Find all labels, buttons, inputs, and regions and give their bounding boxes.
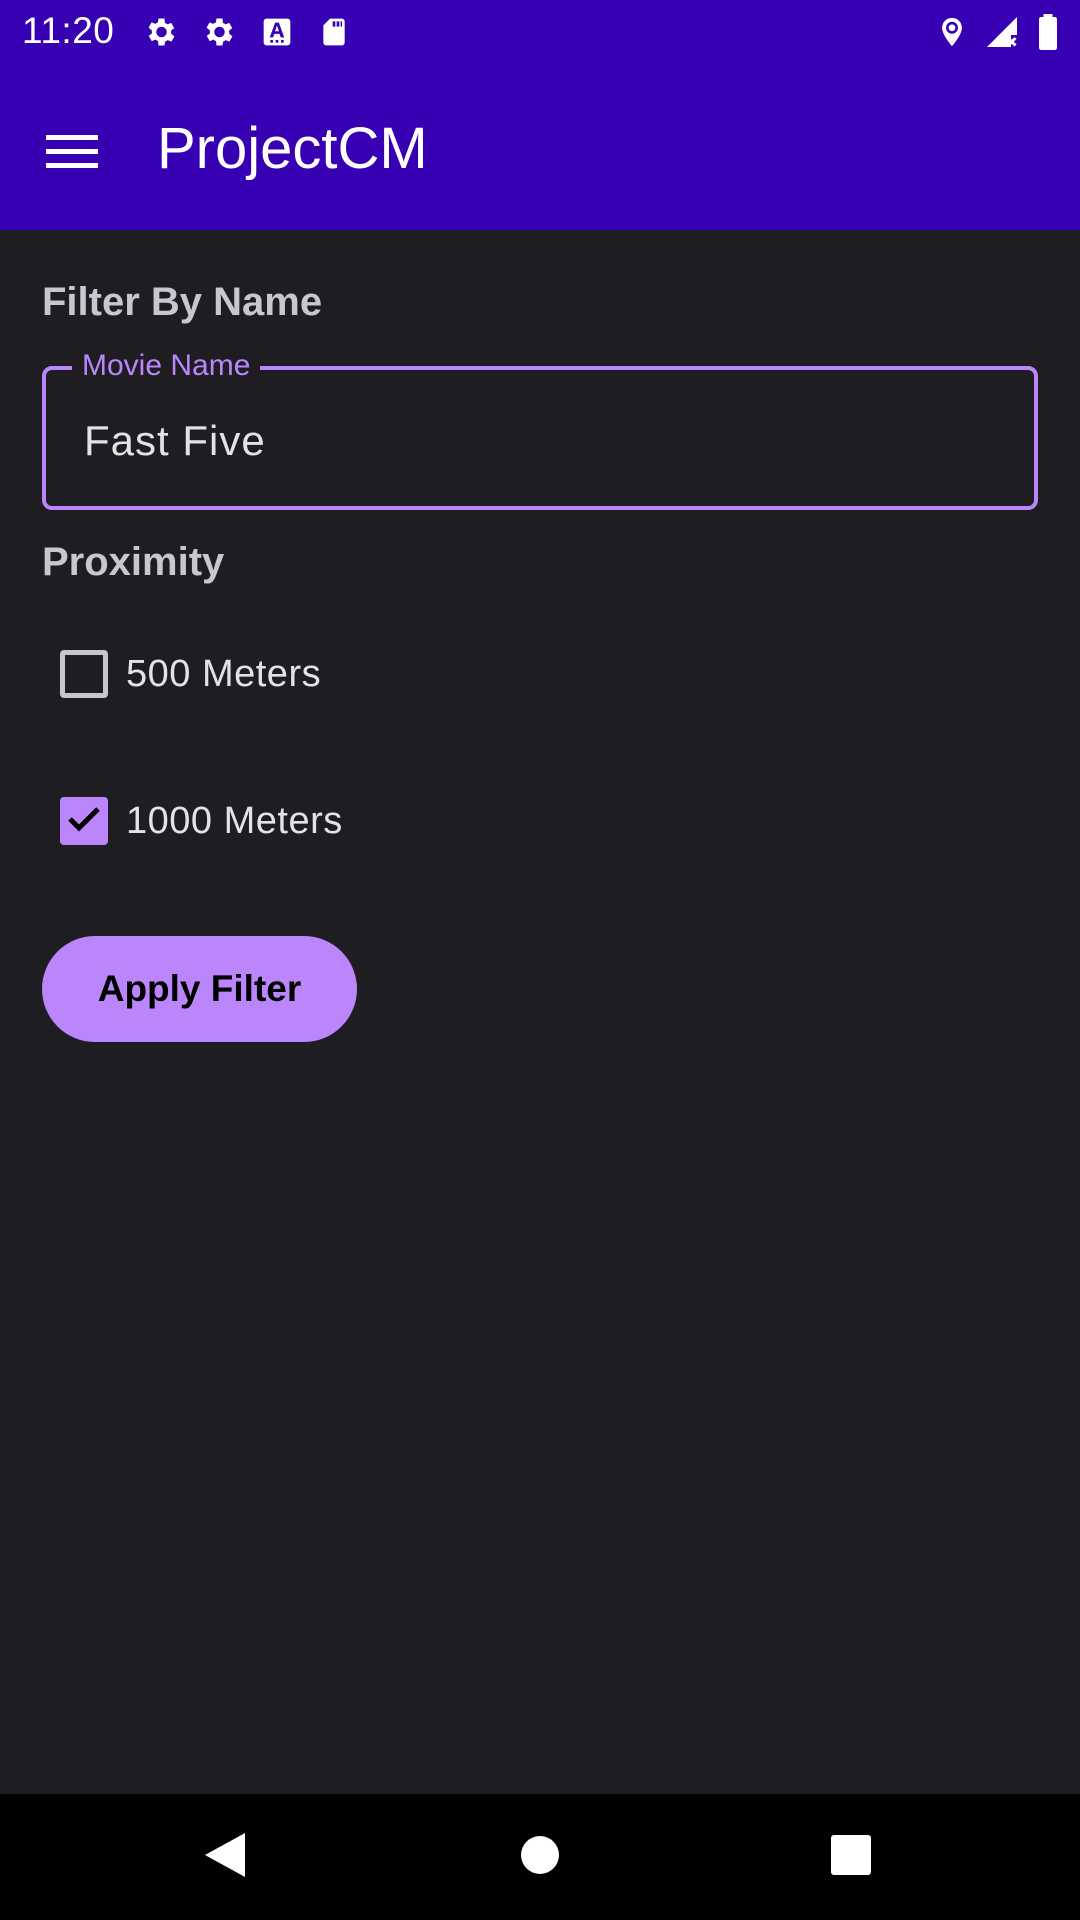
keyboard-a-icon [257, 12, 297, 52]
option-label-1000: 1000 Meters [126, 799, 343, 842]
menu-icon [46, 133, 98, 174]
filter-by-name-heading: Filter By Name [42, 280, 323, 324]
app-bar: ProjectCM [0, 63, 1080, 230]
app-title: ProjectCM [157, 116, 428, 181]
checkbox-1000[interactable] [60, 797, 108, 845]
checkmark-icon [67, 805, 101, 838]
settings-icon [198, 12, 238, 52]
proximity-heading: Proximity [42, 540, 225, 584]
status-time: 11:20 [22, 10, 115, 51]
recents-button[interactable] [816, 1822, 886, 1892]
screen: 11:20 ProjectCM Filter By Name Movie Nam… [0, 0, 1080, 1920]
back-icon [203, 1831, 247, 1884]
proximity-option-1000[interactable]: 1000 Meters [40, 771, 343, 871]
home-icon [520, 1835, 560, 1880]
location-icon [932, 12, 972, 52]
proximity-option-500[interactable]: 500 Meters [40, 624, 321, 724]
sd-card-icon [314, 12, 354, 52]
option-label-500: 500 Meters [126, 652, 322, 695]
home-button[interactable] [505, 1822, 575, 1892]
recents-icon [831, 1834, 871, 1880]
back-button[interactable] [190, 1822, 260, 1892]
navigation-bar [0, 1794, 1080, 1920]
apply-filter-button[interactable]: Apply Filter [42, 936, 357, 1042]
settings-icon [140, 12, 180, 52]
status-bar: 11:20 [0, 0, 1080, 63]
checkbox-500[interactable] [60, 650, 108, 698]
menu-button[interactable] [30, 111, 114, 195]
battery-icon [1028, 12, 1068, 52]
movie-name-label: Movie Name [72, 348, 261, 384]
movie-name-field[interactable]: Movie Name [42, 348, 1038, 510]
signal-icon [982, 12, 1022, 52]
movie-name-input[interactable] [84, 416, 984, 466]
